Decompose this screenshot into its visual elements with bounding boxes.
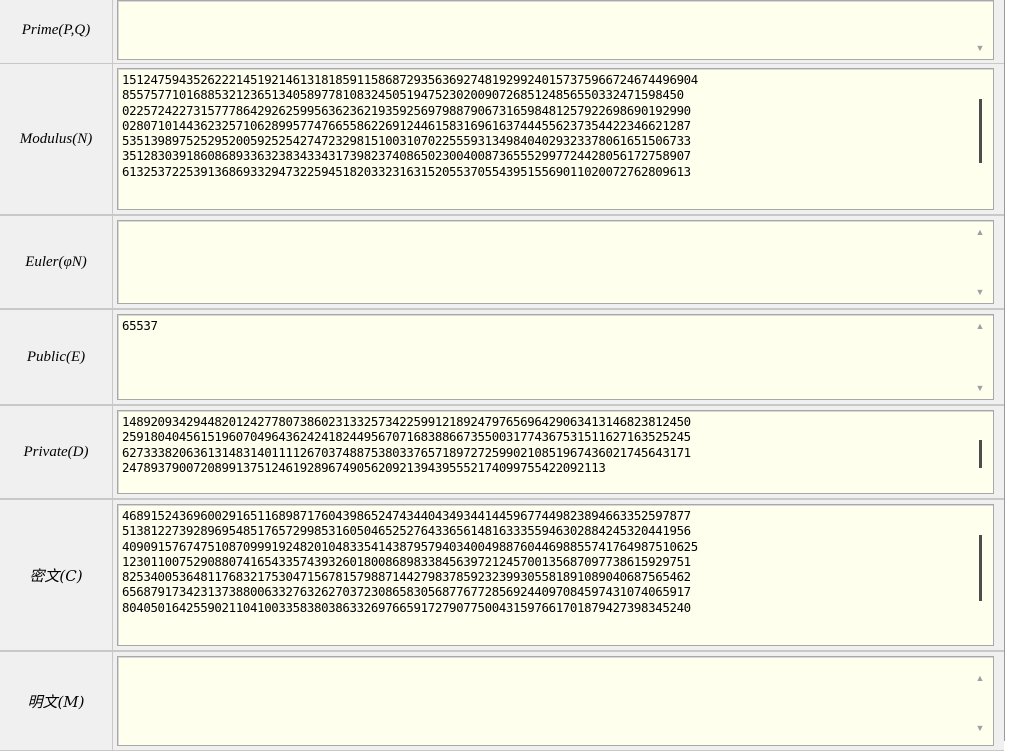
private-textarea[interactable]: 1489209342944820124277807386023133257342… [117, 410, 994, 494]
private-text: 1489209342944820124277807386023133257342… [122, 414, 691, 475]
cipher-textarea[interactable]: 4689152436960029165116898717604398652474… [117, 504, 994, 646]
plain-textarea[interactable]: ▲ ▼ [117, 656, 994, 746]
scrollbar-thumb[interactable] [979, 99, 982, 163]
scroll-down-arrow-icon[interactable]: ▼ [969, 41, 991, 55]
plain-row: 明文(M) ▲ ▼ [0, 651, 1004, 751]
modulus-text: 1512475943526222145192146131818591158687… [122, 72, 698, 179]
prime-label: Prime(P,Q) [0, 0, 113, 64]
scroll-down-arrow-icon[interactable]: ▼ [969, 721, 991, 735]
cipher-label: 密文(C) [0, 500, 113, 650]
public-textarea[interactable]: 65537 ▲ ▼ [117, 314, 994, 400]
modulus-textarea[interactable]: 1512475943526222145192146131818591158687… [117, 68, 994, 210]
scroll-up-arrow-icon[interactable]: ▲ [969, 319, 991, 333]
plain-scrollbar[interactable]: ▲ ▼ [969, 659, 991, 743]
cipher-row: 密文(C) 4689152436960029165116898717604398… [0, 499, 1004, 651]
scroll-up-arrow-icon[interactable]: ▲ [969, 671, 991, 685]
private-row: Private(D) 14892093429448201242778073860… [0, 405, 1004, 499]
cipher-scrollbar[interactable] [969, 507, 991, 643]
euler-row: Euler(φN) ▲ ▼ [0, 215, 1004, 309]
scrollbar-thumb[interactable] [979, 440, 982, 468]
prime-row: Prime(P,Q) ▼ [0, 0, 1004, 65]
rsa-panel: Prime(P,Q) ▼ Modulus(N) 1512475943526222… [0, 0, 1005, 751]
scrollbar-thumb[interactable] [979, 535, 982, 601]
scroll-down-arrow-icon[interactable]: ▼ [969, 381, 991, 395]
prime-scrollbar[interactable]: ▼ [969, 3, 991, 57]
prime-textarea[interactable]: ▼ [117, 0, 994, 60]
modulus-label: Modulus(N) [0, 64, 113, 214]
public-text: 65537 [122, 318, 158, 333]
private-scrollbar[interactable] [969, 413, 991, 491]
euler-scrollbar[interactable]: ▲ ▼ [969, 223, 991, 301]
plain-text [122, 660, 967, 745]
euler-label: Euler(φN) [0, 216, 113, 308]
prime-text [122, 4, 967, 59]
plain-label: 明文(M) [0, 652, 113, 750]
euler-text [122, 224, 967, 303]
public-scrollbar[interactable]: ▲ ▼ [969, 317, 991, 397]
private-label: Private(D) [0, 406, 113, 498]
modulus-row: Modulus(N) 15124759435262221451921461318… [0, 63, 1004, 215]
scroll-down-arrow-icon[interactable]: ▼ [969, 285, 991, 299]
public-label: Public(E) [0, 310, 113, 404]
modulus-scrollbar[interactable] [969, 71, 991, 207]
euler-textarea[interactable]: ▲ ▼ [117, 220, 994, 304]
cipher-text: 4689152436960029165116898717604398652474… [122, 508, 698, 615]
public-row: Public(E) 65537 ▲ ▼ [0, 309, 1004, 405]
scroll-up-arrow-icon[interactable]: ▲ [969, 225, 991, 239]
